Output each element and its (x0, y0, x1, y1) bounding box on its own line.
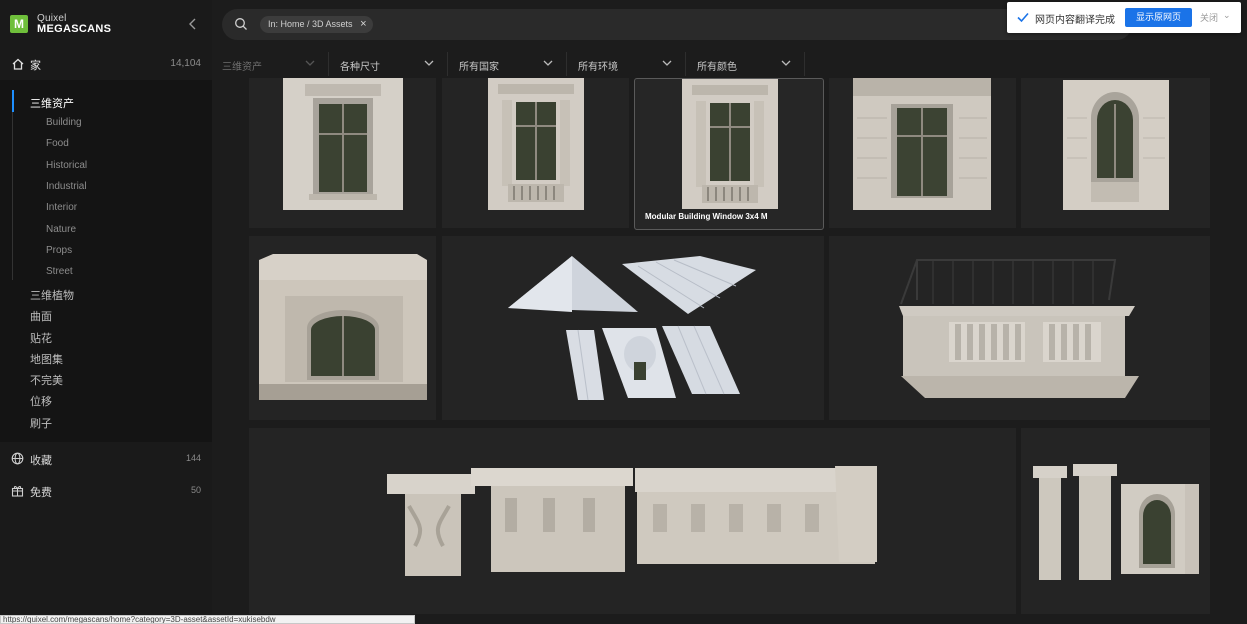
sidebar-item-atlases[interactable]: 地图集 (30, 351, 63, 367)
megascans-logo-icon: M (10, 15, 28, 33)
filter-asset-type-label: 三维资产 (222, 62, 262, 73)
sidebar-sub-food[interactable]: Food (46, 138, 69, 149)
filter-divider (685, 52, 686, 76)
chevron-down-icon (543, 60, 553, 66)
window-asset-thumbnail (853, 78, 991, 210)
translate-message: 网页内容翻译完成 (1035, 15, 1115, 26)
window-asset-thumbnail (682, 79, 778, 209)
chevron-left-icon (189, 18, 196, 30)
sidebar-free-count: 50 (190, 485, 201, 495)
filter-asset-type[interactable]: 三维资产 (222, 52, 318, 76)
window-asset-thumbnail (1063, 80, 1169, 210)
asset-card[interactable] (1021, 428, 1210, 614)
chevron-down-icon (305, 60, 315, 66)
sidebar-collections-count: 144 (185, 453, 201, 463)
search-chip-label: In: Home / 3D Assets (268, 19, 353, 29)
filter-divider (328, 52, 329, 76)
window-asset-thumbnail (283, 78, 403, 210)
sidebar-sub-building[interactable]: Building (46, 117, 82, 128)
asset-card[interactable] (249, 78, 436, 228)
facade-pieces-asset-thumbnail (1033, 464, 1199, 580)
chevron-down-icon (424, 60, 434, 66)
roof-asset-thumbnail (508, 256, 756, 401)
asset-card[interactable] (442, 78, 629, 228)
search-bar[interactable]: In: Home / 3D Assets × (222, 9, 1132, 40)
filter-color-label: 所有颜色 (697, 62, 737, 73)
sidebar-sub-historical[interactable]: Historical (46, 160, 87, 171)
chevron-down-icon (781, 60, 791, 66)
sidebar-sub-street[interactable]: Street (46, 266, 73, 277)
filter-color[interactable]: 所有颜色 (697, 52, 793, 76)
asset-card[interactable] (249, 428, 1016, 614)
search-icon (235, 18, 247, 30)
sidebar-item-free[interactable]: 免费 50 (0, 480, 212, 502)
filter-size[interactable]: 各种尺寸 (340, 52, 436, 76)
filter-divider (447, 52, 448, 76)
sidebar-item-surfaces[interactable]: 曲面 (30, 308, 52, 324)
balcony-asset-thumbnail (899, 259, 1139, 398)
gift-icon (11, 486, 24, 497)
tree-line (12, 112, 13, 280)
filter-divider (804, 52, 805, 76)
checkmark-icon (1017, 12, 1029, 23)
asset-card-hovered[interactable]: Modular Building Window 3x4 M (634, 78, 824, 230)
sidebar-sub-props[interactable]: Props (46, 245, 72, 256)
asset-title: Modular Building Window 3x4 M (645, 212, 768, 221)
category-panel: 三维资产 Building Food Historical Industrial… (0, 80, 212, 442)
sidebar: M Quixel MEGASCANS 家 14,104 三维资产 Buildin… (0, 0, 212, 624)
home-icon (12, 58, 24, 70)
filter-divider (566, 52, 567, 76)
filter-environment[interactable]: 所有环境 (578, 52, 674, 76)
chevron-down-icon (662, 60, 672, 66)
sidebar-home-count: 14,104 (170, 58, 201, 69)
brand-line2: MEGASCANS (37, 23, 112, 35)
sidebar-home-label: 家 (30, 60, 41, 72)
sidebar-item-brushes[interactable]: 刷子 (30, 415, 52, 431)
filter-size-label: 各种尺寸 (340, 62, 380, 73)
sidebar-item-home[interactable]: 家 14,104 (0, 52, 212, 78)
sidebar-item-decals[interactable]: 贴花 (30, 330, 52, 346)
sidebar-item-collections[interactable]: 收藏 144 (0, 448, 212, 470)
filter-country[interactable]: 所有国家 (459, 52, 555, 76)
sidebar-item-displacements[interactable]: 位移 (30, 393, 52, 409)
sidebar-sub-interior[interactable]: Interior (46, 202, 77, 213)
search-filter-chip[interactable]: In: Home / 3D Assets × (260, 16, 373, 33)
window-asset-thumbnail (488, 78, 584, 210)
cornice-asset-thumbnail (387, 466, 877, 576)
logo[interactable]: M Quixel MEGASCANS (0, 0, 212, 48)
globe-icon (11, 452, 24, 465)
active-indicator (12, 90, 14, 112)
asset-card[interactable] (442, 236, 824, 420)
sidebar-free-label: 免费 (30, 487, 52, 499)
sidebar-item-3d-assets[interactable]: 三维资产 (30, 95, 74, 111)
sidebar-item-3d-plants[interactable]: 三维植物 (30, 287, 74, 303)
asset-card[interactable] (1021, 78, 1210, 228)
asset-card[interactable] (829, 78, 1016, 228)
collapse-sidebar-button[interactable] (186, 16, 200, 32)
chip-close-icon[interactable]: × (360, 16, 366, 33)
translate-popup: 网页内容翻译完成 显示原网页 关闭 ⌄ (1007, 2, 1241, 33)
sidebar-sub-industrial[interactable]: Industrial (46, 181, 87, 192)
filter-country-label: 所有国家 (459, 62, 499, 73)
sidebar-collections-label: 收藏 (30, 455, 52, 467)
sidebar-sub-nature[interactable]: Nature (46, 224, 76, 235)
sidebar-item-imperfections[interactable]: 不完美 (30, 372, 63, 388)
asset-card[interactable] (829, 236, 1210, 420)
show-original-button[interactable]: 显示原网页 (1125, 8, 1192, 27)
window-asset-thumbnail (259, 254, 427, 400)
asset-card[interactable] (249, 236, 436, 420)
status-bar-url: https://quixel.com/megascans/home?catego… (0, 615, 415, 624)
translate-close-button[interactable]: 关闭 (1200, 11, 1218, 24)
chevron-down-icon[interactable]: ⌄ (1223, 10, 1231, 21)
filter-environment-label: 所有环境 (578, 62, 618, 73)
